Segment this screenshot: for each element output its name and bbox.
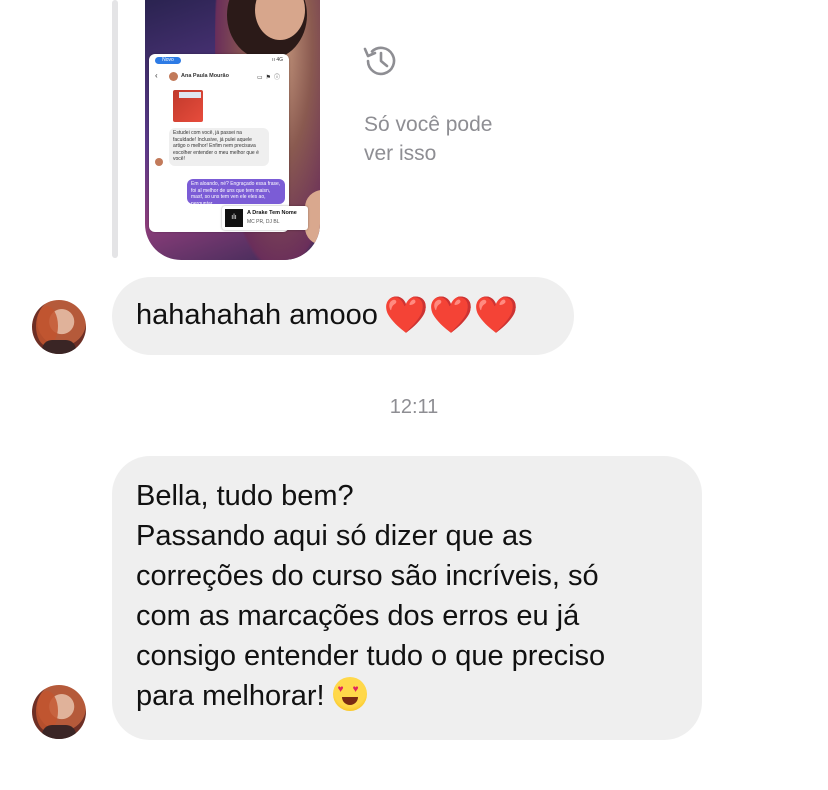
history-icon — [363, 46, 396, 76]
header-icons: ▭⚑ⓘ — [256, 75, 283, 81]
message-line: Passando aqui só dizer que as — [136, 520, 533, 552]
message-bubble[interactable]: hahahahah amooo ❤️❤️❤️ — [112, 277, 574, 355]
phone-outgoing-message: Em aloando, né? Engraçado essa frase, fo… — [187, 179, 285, 207]
message-text: hahahahah amooo — [136, 299, 378, 331]
message-last-line: para melhorar! ♥ ♥ — [136, 676, 678, 716]
timestamp: 12:11 — [389, 396, 439, 418]
back-icon: ‹ — [155, 71, 158, 80]
avatar[interactable] — [32, 685, 86, 739]
message-line: correções do curso são incríveis, só — [136, 560, 599, 592]
phone-incoming-message: Estudei com você, já passei na faculdade… — [169, 128, 269, 166]
story-reply-line — [112, 0, 118, 258]
music-title: A Drake Tem Nome — [247, 210, 297, 216]
message-line: com as marcações dos erros eu já — [136, 600, 580, 632]
contact-name: Ana Paula Mourão — [181, 73, 229, 79]
heart-eyes-emoji-icon: ♥ ♥ — [332, 677, 367, 711]
phone-chat-header: ‹ Ana Paula Mourão ▭⚑ⓘ — [153, 71, 285, 83]
hearts-emoji: ❤️❤️❤️ — [383, 294, 519, 335]
message-line: para melhorar! — [136, 680, 325, 712]
music-artist: MC PR, DJ BL — [247, 219, 280, 225]
avatar[interactable] — [32, 300, 86, 354]
avatar-shirt — [42, 725, 76, 739]
shared-post-header — [179, 92, 201, 98]
message-line: consigo entender tudo o que preciso — [136, 640, 606, 672]
message-bubble[interactable]: Bella, tudo bem? Passando aqui só dizer … — [112, 456, 702, 740]
message-line: Bella, tudo bem? — [136, 480, 354, 512]
contact-avatar — [169, 72, 178, 81]
new-pill: Novo — [155, 57, 181, 64]
only-you-notice: Só você pode ver isso — [364, 113, 493, 165]
avatar-shirt — [42, 340, 76, 354]
phone-status: ıı 4G — [272, 57, 283, 63]
music-cover-icon: ılı — [225, 209, 243, 227]
music-sticker: ılı A Drake Tem Nome MC PR, DJ BL — [222, 206, 308, 230]
phone-small-avatar — [155, 158, 163, 166]
